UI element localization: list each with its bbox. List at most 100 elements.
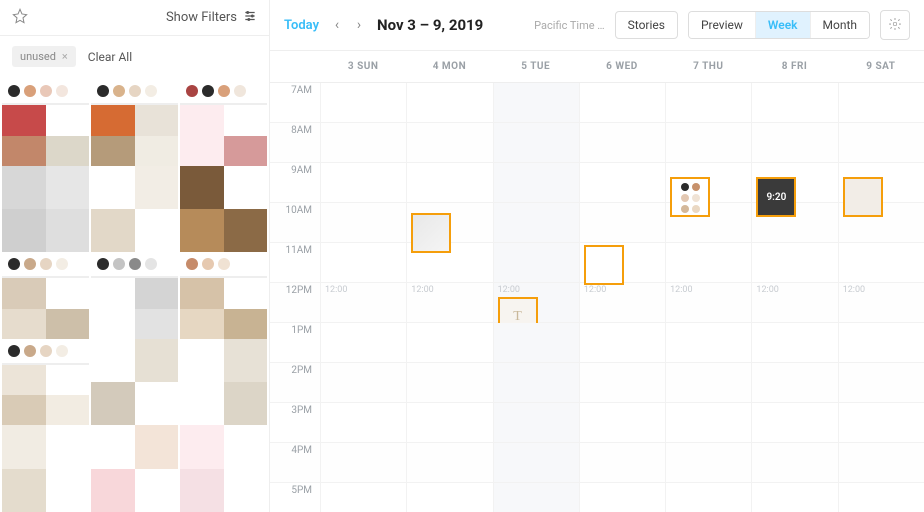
calendar-cell[interactable] [838, 483, 924, 512]
calendar-cell[interactable]: 12:00 [665, 283, 751, 322]
media-item[interactable] [2, 79, 89, 166]
calendar-cell[interactable] [320, 243, 406, 282]
show-filters-button[interactable]: Show Filters [166, 9, 257, 27]
calendar-cell[interactable] [751, 323, 837, 362]
calendar-cell[interactable] [665, 483, 751, 512]
calendar-cell[interactable] [665, 403, 751, 442]
media-item[interactable] [180, 425, 267, 512]
calendar-cell[interactable] [838, 83, 924, 122]
media-item[interactable] [180, 252, 267, 339]
calendar-cell[interactable] [320, 123, 406, 162]
calendar-cell[interactable] [406, 83, 492, 122]
calendar-cell[interactable]: ⟳Auto [406, 203, 492, 242]
calendar-cell[interactable] [579, 363, 665, 402]
calendar-cell[interactable] [665, 203, 751, 242]
calendar-cell[interactable] [665, 243, 751, 282]
calendar-cell[interactable]: 12:00 [579, 283, 665, 322]
calendar-cell[interactable] [838, 443, 924, 482]
settings-button[interactable] [880, 10, 910, 40]
calendar-cell[interactable] [406, 403, 492, 442]
calendar-cell[interactable] [493, 123, 579, 162]
clear-all-button[interactable]: Clear All [88, 50, 132, 64]
calendar-cell[interactable] [406, 443, 492, 482]
calendar-cell[interactable] [665, 123, 751, 162]
calendar-cell[interactable] [838, 203, 924, 242]
calendar-cell[interactable] [493, 163, 579, 202]
media-item[interactable] [2, 339, 89, 426]
calendar-cell[interactable]: 12:00 [320, 283, 406, 322]
media-item[interactable] [91, 79, 178, 166]
calendar-cell[interactable] [320, 83, 406, 122]
calendar-cell[interactable] [751, 83, 837, 122]
calendar-cell[interactable]: ⟳Auto [665, 163, 751, 202]
calendar-cell[interactable] [406, 123, 492, 162]
calendar-cell[interactable] [579, 323, 665, 362]
media-item[interactable] [91, 339, 178, 426]
calendar-cell[interactable] [406, 363, 492, 402]
calendar-cell[interactable]: 12:00 [838, 283, 924, 322]
calendar-cell[interactable] [493, 363, 579, 402]
calendar-cell[interactable] [751, 483, 837, 512]
calendar-cell[interactable]: 12:00 [751, 283, 837, 322]
calendar-cell[interactable] [406, 243, 492, 282]
preview-tab[interactable]: Preview [689, 12, 756, 38]
calendar-cell[interactable] [493, 203, 579, 242]
star-icon[interactable] [12, 8, 28, 27]
today-button[interactable]: Today [284, 18, 319, 33]
close-icon[interactable]: × [62, 50, 68, 63]
media-item[interactable] [2, 166, 89, 253]
calendar-cell[interactable] [579, 483, 665, 512]
calendar-cell[interactable] [406, 163, 492, 202]
stories-button[interactable]: Stories [615, 11, 678, 39]
calendar-cell[interactable] [579, 163, 665, 202]
media-item[interactable] [91, 252, 178, 339]
chevron-left-icon[interactable]: ‹ [329, 17, 345, 33]
calendar-cell[interactable] [320, 363, 406, 402]
calendar-cell[interactable] [838, 363, 924, 402]
calendar-cell[interactable] [751, 363, 837, 402]
calendar-cell[interactable] [838, 323, 924, 362]
calendar-cell[interactable]: 12:00 [406, 283, 492, 322]
calendar-cell[interactable] [493, 83, 579, 122]
calendar-cell[interactable]: ⟳Auto [579, 243, 665, 282]
filter-tag-unused[interactable]: unused × [12, 46, 76, 67]
timezone-label[interactable]: Pacific Time … [534, 19, 604, 32]
calendar-cell[interactable] [493, 243, 579, 282]
calendar-cell[interactable] [320, 443, 406, 482]
calendar-cell[interactable] [665, 363, 751, 402]
chevron-right-icon[interactable]: › [351, 17, 367, 33]
calendar-cell[interactable] [579, 443, 665, 482]
calendar-cell[interactable] [838, 403, 924, 442]
calendar-cell[interactable] [493, 403, 579, 442]
calendar-cell[interactable]: ⟳Auto [838, 163, 924, 202]
media-item[interactable] [91, 166, 178, 253]
calendar-cell[interactable] [493, 323, 579, 362]
calendar-cell[interactable] [406, 323, 492, 362]
month-tab[interactable]: Month [811, 12, 869, 38]
media-item[interactable] [2, 425, 89, 512]
calendar-cell[interactable] [665, 83, 751, 122]
calendar-cell[interactable] [320, 483, 406, 512]
calendar-cell[interactable] [751, 243, 837, 282]
media-item[interactable] [2, 252, 89, 339]
calendar-cell[interactable] [320, 203, 406, 242]
calendar-grid[interactable]: 7AM8AM9AM⟳Auto⟳Auto9:20⟳Auto10AM⟳Auto11A… [270, 83, 924, 512]
media-item[interactable] [91, 425, 178, 512]
calendar-cell[interactable] [751, 203, 837, 242]
calendar-cell[interactable] [320, 323, 406, 362]
calendar-cell[interactable] [838, 243, 924, 282]
calendar-cell[interactable] [320, 163, 406, 202]
media-item[interactable] [180, 79, 267, 166]
calendar-cell[interactable] [665, 323, 751, 362]
calendar-cell[interactable] [751, 403, 837, 442]
calendar-cell[interactable] [493, 483, 579, 512]
calendar-cell[interactable] [579, 203, 665, 242]
calendar-cell[interactable] [579, 123, 665, 162]
media-item[interactable] [180, 339, 267, 426]
calendar-cell[interactable] [320, 403, 406, 442]
calendar-cell[interactable] [579, 403, 665, 442]
calendar-cell[interactable] [751, 443, 837, 482]
calendar-cell[interactable] [493, 443, 579, 482]
week-tab[interactable]: Week [756, 12, 811, 38]
calendar-cell[interactable] [406, 483, 492, 512]
